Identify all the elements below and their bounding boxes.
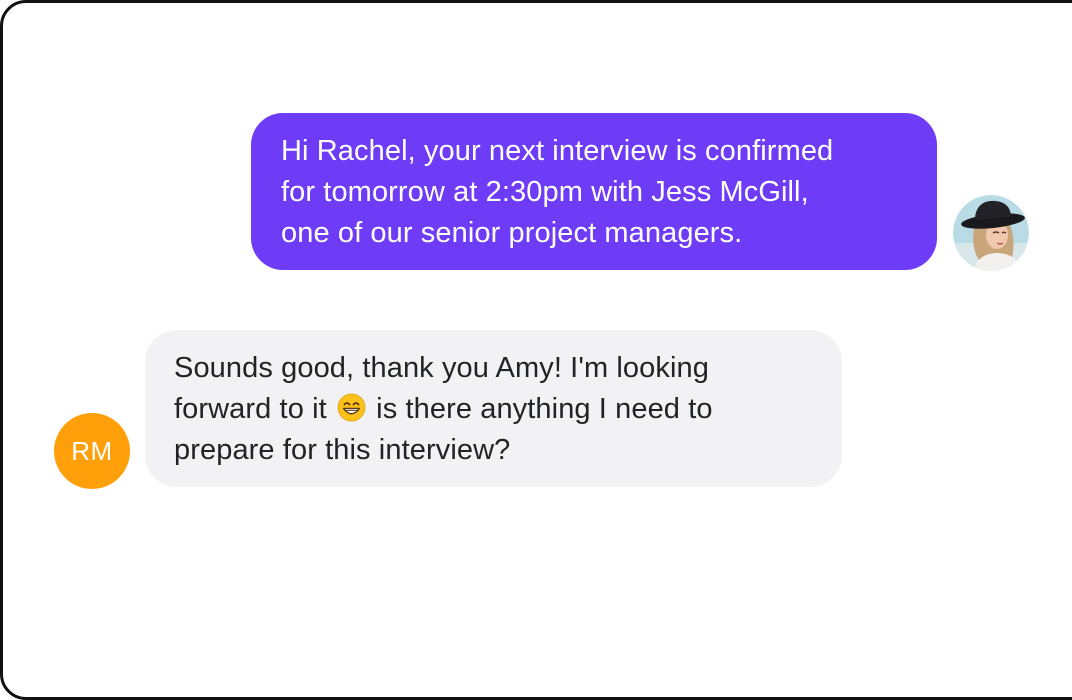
outgoing-message-bubble[interactable]: Hi Rachel, your next interview is confir… [251,113,937,270]
incoming-message-bubble[interactable]: Sounds good, thank you Amy! I'm looking … [145,330,842,487]
message-text-line: Sounds good, thank you Amy! I'm looking [174,352,709,384]
message-text-line: prepare for this interview? [174,434,511,466]
initials-avatar[interactable]: RM [54,413,130,489]
user-photo-avatar-image [953,195,1029,271]
user-photo-avatar[interactable] [953,195,1029,271]
chat-window: Hi Rachel, your next interview is confir… [0,0,1072,700]
message-text-line: for tomorrow at 2:30pm with Jess McGill, [281,176,809,208]
message-text-line: one of our senior project managers. [281,217,743,249]
message-text-line: forward to it is there anything I need t… [174,389,822,430]
message-text-line: Hi Rachel, your next interview is confir… [281,135,834,167]
grinning-face-emoji-icon [337,393,366,422]
message-text-segment: is there anything I need to [376,393,713,425]
message-text-segment: forward to it [174,393,327,425]
